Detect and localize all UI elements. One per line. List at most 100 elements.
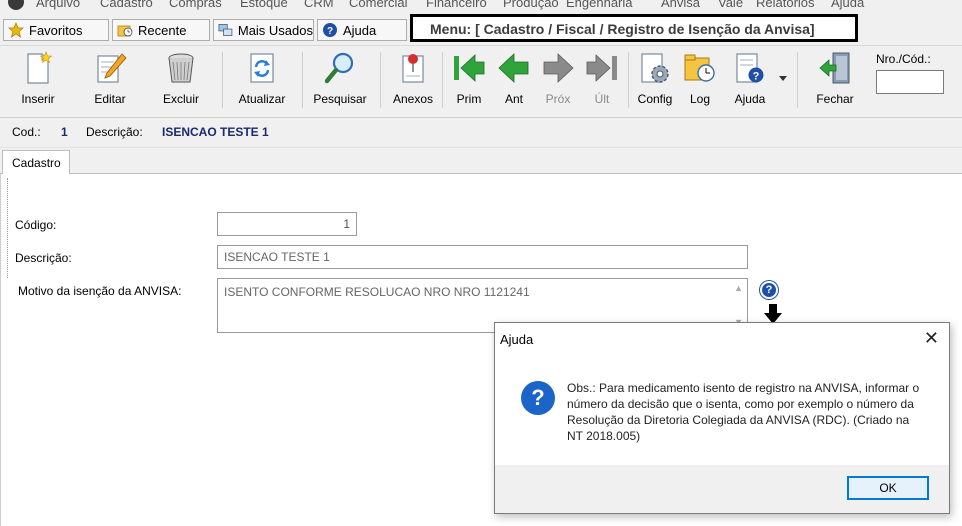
app-icon xyxy=(8,0,24,10)
inserir-button[interactable]: Inserir xyxy=(18,50,58,112)
menu-bar: Arquivo Cadastro Compras Estoque CRM Com… xyxy=(0,0,962,14)
trash-icon xyxy=(168,53,194,83)
scroll-up-icon[interactable]: ▲ xyxy=(734,283,743,293)
config-gear-icon xyxy=(641,53,669,83)
tab-strip: Cadastro xyxy=(0,148,962,175)
favoritos-label: Favoritos xyxy=(29,22,83,38)
network-icon xyxy=(218,24,233,36)
atualizar-label: Atualizar xyxy=(238,92,286,106)
ult-button[interactable]: Últ xyxy=(584,50,620,112)
ajuda-toolbar-button[interactable]: ? Ajuda xyxy=(730,50,770,112)
record-info-bar: Cod.: 1 Descrição: ISENCAO TESTE 1 xyxy=(0,118,962,148)
edit-document-icon xyxy=(97,53,127,83)
nro-cod-input[interactable] xyxy=(876,70,944,94)
anexos-button[interactable]: Anexos xyxy=(391,50,435,112)
svg-text:?: ? xyxy=(753,71,760,83)
menu-anvisa[interactable]: Anvisa xyxy=(661,0,700,10)
menu-financeiro[interactable]: Financeiro xyxy=(426,0,487,10)
descricao-value: ISENCAO TESTE 1 xyxy=(162,125,269,139)
toolbar-separator xyxy=(380,52,381,108)
close-icon[interactable]: ✕ xyxy=(924,329,939,347)
mais-usados-button[interactable]: Mais Usados xyxy=(213,19,314,41)
pesquisar-label: Pesquisar xyxy=(313,92,367,106)
tree-guide-line xyxy=(7,178,8,278)
toolbar-separator xyxy=(442,52,443,108)
svg-text:?: ? xyxy=(327,26,333,37)
motivo-help-icon[interactable]: ? xyxy=(760,281,778,299)
toolbar-separator xyxy=(797,52,798,108)
toolbar: Inserir Editar Excluir Atualizar Pesquis… xyxy=(0,46,962,118)
ajuda-quick-label: Ajuda xyxy=(343,22,377,38)
descricao-label: Descrição: xyxy=(86,125,143,139)
help-document-icon: ? xyxy=(736,53,764,83)
log-folder-clock-icon xyxy=(684,54,715,82)
pesquisar-button[interactable]: Pesquisar xyxy=(313,50,367,112)
motivo-text: ISENTO CONFORME RESOLUCAO NRO NRO 112124… xyxy=(224,285,530,299)
ajuda-quick-button[interactable]: ? Ajuda xyxy=(317,19,407,41)
dialog-body: ? Obs.: Para medicamento isento de regis… xyxy=(495,355,949,465)
descricao-field-label: Descrição: xyxy=(15,251,72,265)
nro-cod-label: Nro./Cód.: xyxy=(876,52,931,66)
dialog-footer: OK xyxy=(495,465,949,513)
prim-button[interactable]: Prim xyxy=(451,50,487,112)
cod-value: 1 xyxy=(61,125,68,139)
atualizar-button[interactable]: Atualizar xyxy=(238,50,286,112)
menu-engenharia[interactable]: Engenharia xyxy=(566,0,633,10)
ult-label: Últ xyxy=(594,92,610,106)
prox-button[interactable]: Próx xyxy=(540,50,576,112)
motivo-label: Motivo da isenção da ANVISA: xyxy=(18,284,182,298)
anexos-label: Anexos xyxy=(392,92,434,106)
log-button[interactable]: Log xyxy=(682,50,718,112)
previous-record-icon xyxy=(498,53,529,83)
menu-compras[interactable]: Compras xyxy=(169,0,222,10)
menu-vale[interactable]: Vale xyxy=(718,0,743,10)
menu-ajuda[interactable]: Ajuda xyxy=(831,0,864,10)
attachment-icon xyxy=(402,54,424,83)
last-record-icon xyxy=(586,54,617,82)
ajuda-toolbar-label: Ajuda xyxy=(734,92,766,106)
ant-button[interactable]: Ant xyxy=(496,50,532,112)
editar-button[interactable]: Editar xyxy=(90,50,130,112)
exit-door-icon xyxy=(819,52,850,84)
search-icon xyxy=(324,52,354,84)
toolbar-separator xyxy=(302,52,303,108)
cod-label: Cod.: xyxy=(12,125,41,139)
menu-crm[interactable]: CRM xyxy=(304,0,334,10)
star-icon xyxy=(8,22,24,38)
menu-path-text: Menu: [ Cadastro / Fiscal / Registro de … xyxy=(430,21,815,37)
menu-estoque[interactable]: Estoque xyxy=(240,0,288,10)
codigo-field[interactable]: 1 xyxy=(217,212,357,236)
menu-producao[interactable]: Produção xyxy=(503,0,559,10)
excluir-button[interactable]: Excluir xyxy=(161,50,201,112)
menu-arquivo[interactable]: Arquivo xyxy=(36,0,80,10)
favoritos-button[interactable]: Favoritos xyxy=(3,19,109,41)
ant-label: Ant xyxy=(504,92,523,106)
inserir-label: Inserir xyxy=(21,92,55,106)
dialog-title: Ajuda xyxy=(500,332,534,347)
first-record-icon xyxy=(454,54,485,82)
toolbar-separator xyxy=(222,52,223,108)
menu-comercial[interactable]: Comercial xyxy=(349,0,408,10)
dropdown-arrow-icon[interactable] xyxy=(778,74,788,82)
tab-cadastro[interactable]: Cadastro xyxy=(2,150,70,175)
recente-button[interactable]: Recente xyxy=(112,19,210,41)
recente-label: Recente xyxy=(138,22,187,38)
question-icon: ? xyxy=(521,381,555,415)
new-document-icon xyxy=(27,51,53,84)
fechar-button[interactable]: Fechar xyxy=(812,50,858,112)
ok-button[interactable]: OK xyxy=(847,476,929,500)
next-record-icon xyxy=(543,53,574,83)
editar-label: Editar xyxy=(94,92,126,106)
prim-label: Prim xyxy=(456,92,482,106)
dialog-message: Obs.: Para medicamento isento de registr… xyxy=(567,381,920,443)
fechar-label: Fechar xyxy=(816,92,854,106)
menu-cadastro[interactable]: Cadastro xyxy=(100,0,153,10)
descricao-field[interactable]: ISENCAO TESTE 1 xyxy=(217,245,748,269)
help-icon: ? xyxy=(323,23,337,37)
toolbar-separator xyxy=(628,52,629,108)
help-dialog: Ajuda ✕ ? Obs.: Para medicamento isento … xyxy=(494,322,950,514)
config-button[interactable]: Config xyxy=(636,50,674,112)
quick-bar: Favoritos Recente Mais Usados ? Ajuda Me… xyxy=(0,14,962,46)
menu-relatorios[interactable]: Relatórios xyxy=(756,0,815,10)
config-label: Config xyxy=(637,92,673,106)
